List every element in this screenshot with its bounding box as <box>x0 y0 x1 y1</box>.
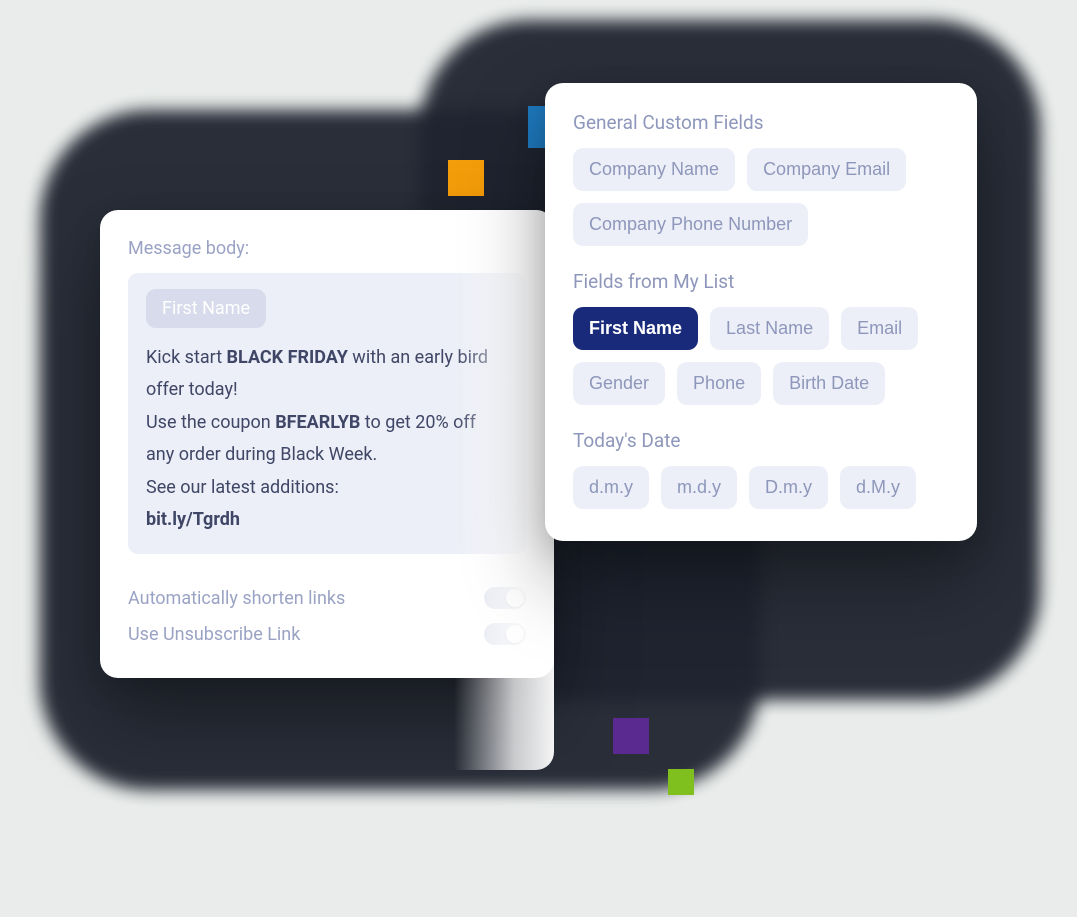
decorative-square-purple <box>613 718 649 754</box>
chip-date-Dmy[interactable]: D.m.y <box>749 466 828 509</box>
chip-date-dmy[interactable]: d.m.y <box>573 466 649 509</box>
section-title-general: General Custom Fields <box>573 111 949 134</box>
message-text: Kick start BLACK FRIDAY with an early bi… <box>146 342 508 536</box>
chip-company-name[interactable]: Company Name <box>573 148 735 191</box>
chip-company-phone[interactable]: Company Phone Number <box>573 203 808 246</box>
chip-row-mylist: First Name Last Name Email Gender Phone … <box>573 307 949 405</box>
message-body-card: Message body: First Name Kick start BLAC… <box>100 210 554 678</box>
custom-fields-card: General Custom Fields Company Name Compa… <box>545 83 977 541</box>
chip-gender[interactable]: Gender <box>573 362 665 405</box>
chip-birth-date[interactable]: Birth Date <box>773 362 885 405</box>
section-title-mylist: Fields from My List <box>573 270 949 293</box>
toggle-row-unsubscribe: Use Unsubscribe Link <box>128 616 526 652</box>
toggle-label-unsubscribe: Use Unsubscribe Link <box>128 624 300 645</box>
toggle-label-shorten-links: Automatically shorten links <box>128 588 345 609</box>
chip-date-dMy[interactable]: d.M.y <box>840 466 916 509</box>
decorative-square-green <box>668 769 694 795</box>
message-body-textarea[interactable]: First Name Kick start BLACK FRIDAY with … <box>128 273 526 554</box>
section-title-date: Today's Date <box>573 429 949 452</box>
toggle-shorten-links[interactable] <box>484 587 526 609</box>
message-body-label: Message body: <box>128 238 526 259</box>
toggle-row-shorten-links: Automatically shorten links <box>128 580 526 616</box>
chip-email[interactable]: Email <box>841 307 918 350</box>
chip-company-email[interactable]: Company Email <box>747 148 906 191</box>
chip-row-date: d.m.y m.d.y D.m.y d.M.y <box>573 466 949 509</box>
chip-date-mdy[interactable]: m.d.y <box>661 466 737 509</box>
chip-row-general: Company Name Company Email Company Phone… <box>573 148 949 246</box>
toggle-unsubscribe[interactable] <box>484 623 526 645</box>
decorative-square-orange <box>448 160 484 196</box>
chip-phone[interactable]: Phone <box>677 362 761 405</box>
chip-first-name[interactable]: First Name <box>573 307 698 350</box>
chip-last-name[interactable]: Last Name <box>710 307 829 350</box>
merge-field-chip[interactable]: First Name <box>146 289 266 328</box>
